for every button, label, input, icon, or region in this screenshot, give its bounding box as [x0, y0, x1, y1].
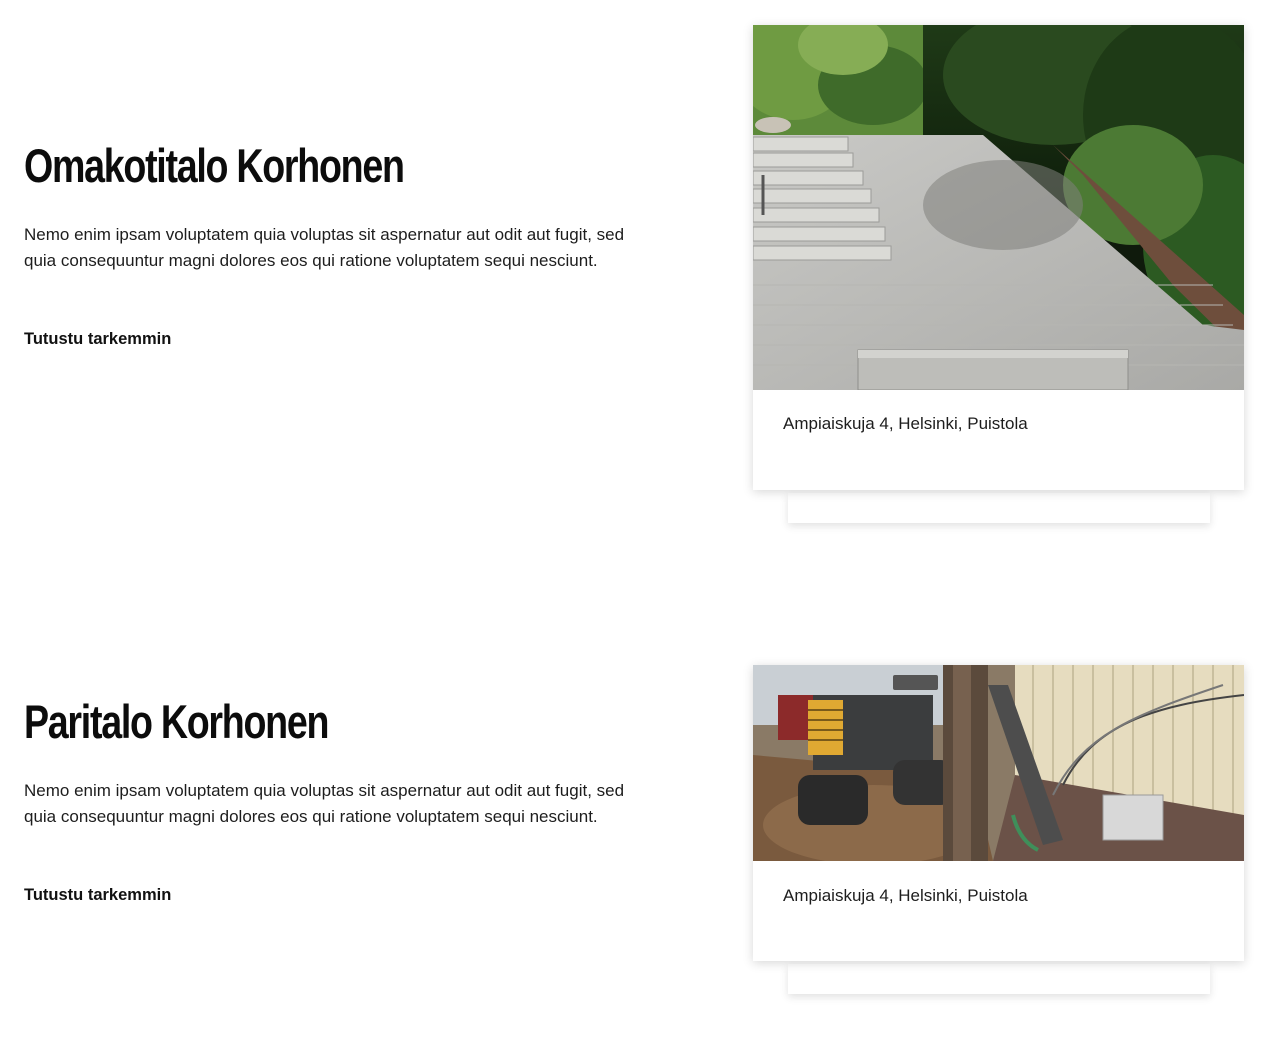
- read-more-link[interactable]: Tutustu tarkemmin: [24, 884, 171, 906]
- card-stack-layer: [788, 964, 1210, 994]
- read-more-link[interactable]: Tutustu tarkemmin: [24, 328, 171, 350]
- project-title: Paritalo Korhonen: [24, 695, 329, 748]
- project-card-1: Ampiaiskuja 4, Helsinki, Puistola: [753, 25, 1244, 525]
- project-card[interactable]: Ampiaiskuja 4, Helsinki, Puistola: [753, 25, 1244, 490]
- project-address: Ampiaiskuja 4, Helsinki, Puistola: [783, 886, 1028, 905]
- project-description: Nemo enim ipsam voluptatem quia voluptas…: [24, 781, 625, 826]
- project-description: Nemo enim ipsam voluptatem quia voluptas…: [24, 225, 625, 270]
- card-stack-layer: [788, 493, 1210, 523]
- excavator-photo: [753, 665, 1244, 861]
- project-card-2: Ampiaiskuja 4, Helsinki, Puistola: [753, 665, 1244, 995]
- project-text-2: Paritalo Korhonen Nemo enim ipsam volupt…: [24, 694, 644, 906]
- project-card[interactable]: Ampiaiskuja 4, Helsinki, Puistola: [753, 665, 1244, 961]
- project-text-1: Omakotitalo Korhonen Nemo enim ipsam vol…: [24, 138, 644, 350]
- paved-terrace-photo: [753, 25, 1244, 390]
- project-title: Omakotitalo Korhonen: [24, 139, 405, 192]
- project-section-1: Omakotitalo Korhonen Nemo enim ipsam vol…: [0, 0, 1279, 560]
- project-address: Ampiaiskuja 4, Helsinki, Puistola: [783, 414, 1028, 433]
- project-section-2: Paritalo Korhonen Nemo enim ipsam volupt…: [0, 640, 1279, 1020]
